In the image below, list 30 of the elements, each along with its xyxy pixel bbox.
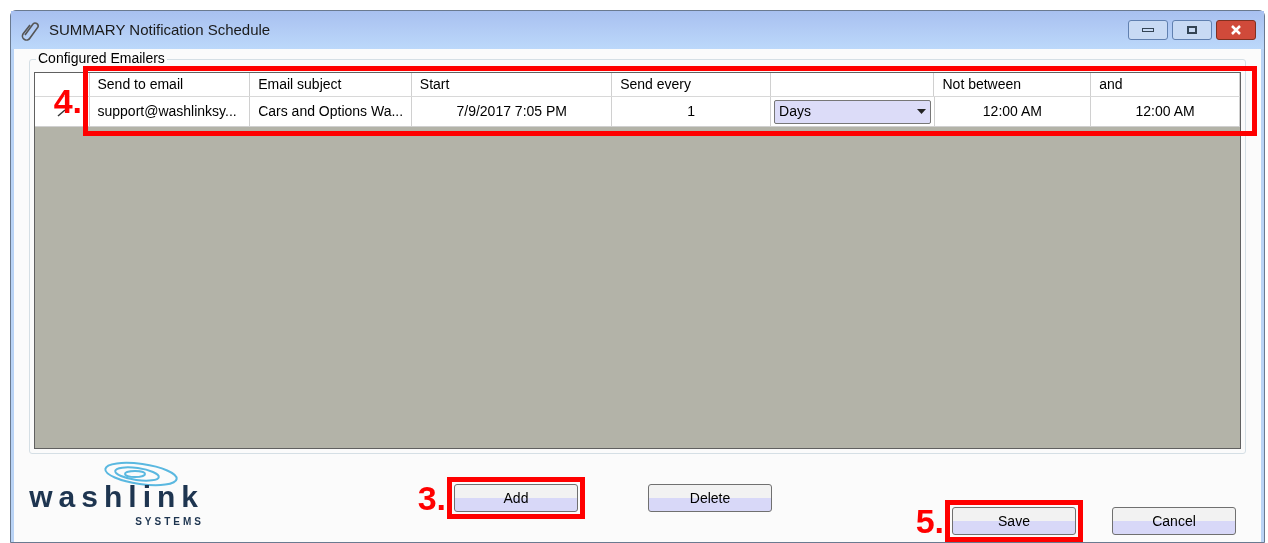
- column-header: Send to email: [89, 73, 251, 96]
- close-icon: [1231, 25, 1241, 35]
- annotation-number: 3.: [417, 481, 446, 515]
- table-cell: Cars and Options Wa...: [250, 97, 413, 126]
- group-label: Configured Emailers: [36, 51, 167, 65]
- cancel-button[interactable]: Cancel: [1112, 507, 1236, 535]
- logo-wordmark: washlink: [29, 480, 204, 513]
- add-button[interactable]: Add: [454, 484, 578, 512]
- minimize-button[interactable]: [1128, 20, 1168, 40]
- table-cell: support@washlinksy...: [89, 97, 251, 126]
- save-button[interactable]: Save: [952, 507, 1076, 535]
- table-cell: 1: [612, 97, 772, 126]
- window-title: SUMMARY Notification Schedule: [49, 19, 271, 40]
- caret-icon: [916, 109, 926, 114]
- column-header: Not between: [934, 73, 1092, 96]
- table-cell: 12:00 AM: [934, 97, 1092, 126]
- paperclip-icon: [19, 19, 41, 41]
- annotation-number: 4.: [53, 84, 82, 118]
- delete-button[interactable]: Delete: [648, 484, 772, 512]
- annotation-number: 5.: [915, 504, 944, 538]
- column-header: Email subject: [250, 73, 412, 96]
- unit-dropdown[interactable]: Days: [774, 99, 931, 124]
- column-header: Send every: [612, 73, 771, 96]
- column-header: Start: [411, 73, 613, 96]
- logo-tagline: SYSTEMS: [135, 515, 204, 529]
- column-header: and: [1091, 73, 1240, 96]
- table-cell: 7/9/2017 7:05 PM: [412, 97, 613, 126]
- close-button[interactable]: [1216, 20, 1256, 40]
- maximize-button[interactable]: [1172, 20, 1212, 40]
- table-cell: 12:00 AM: [1091, 97, 1240, 126]
